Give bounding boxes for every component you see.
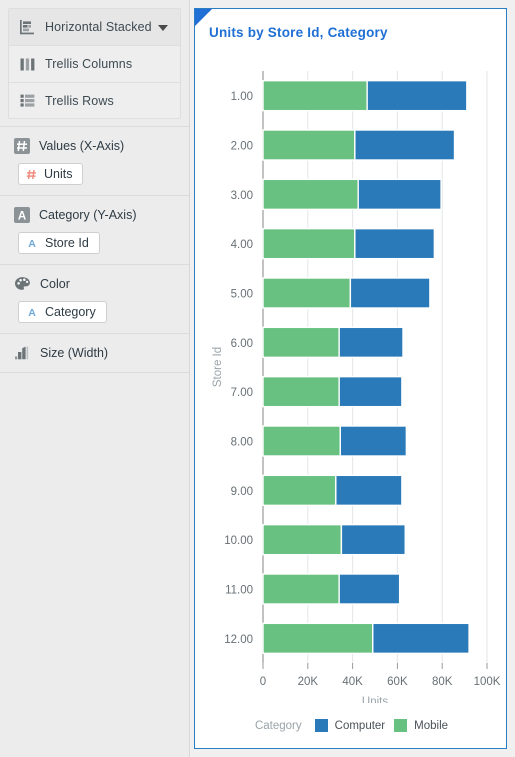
shelf-color-label: Color xyxy=(40,276,70,291)
shelf-values-label: Values (X-Axis) xyxy=(39,139,125,153)
chip-units[interactable]: Units xyxy=(18,163,84,185)
shelf-size-header: Size (Width) xyxy=(0,343,189,363)
legend-label-mobile: Mobile xyxy=(414,719,449,732)
y-tick-label: 10.00 xyxy=(224,535,253,547)
x-tick-label: 40K xyxy=(342,676,363,688)
chart-type-selector[interactable]: Horizontal Stacked xyxy=(8,8,181,45)
chevron-down-icon[interactable] xyxy=(158,25,168,31)
shelf-trellis-columns[interactable]: Trellis Columns xyxy=(8,45,181,82)
x-tick-label: 100K xyxy=(474,676,501,688)
app-root: Horizontal Stacked Trellis Columns Trell… xyxy=(0,0,515,757)
bar-segment[interactable] xyxy=(354,227,436,260)
bar-segment[interactable] xyxy=(338,326,404,359)
shelf-color-header: Color xyxy=(0,274,189,294)
bar-segment[interactable] xyxy=(262,326,340,359)
bar-segment[interactable] xyxy=(262,227,356,260)
size-width-icon xyxy=(14,345,31,361)
y-tick-label: 1.00 xyxy=(231,91,253,103)
bar-segment[interactable] xyxy=(262,622,374,655)
y-tick-label: 5.00 xyxy=(231,289,253,301)
chart-panel[interactable]: Units by Store Id, Category 1.00 2.00 3.00… xyxy=(194,8,507,749)
svg-text:A: A xyxy=(28,306,36,318)
chip-store-id[interactable]: A Store Id xyxy=(18,231,100,254)
attribute-a-icon: A xyxy=(14,206,30,223)
bar-segment[interactable] xyxy=(338,375,403,408)
bar-segment[interactable] xyxy=(262,277,352,309)
y-axis-title: Store Id xyxy=(212,347,224,387)
x-tick-label: 60K xyxy=(387,676,408,688)
shelf-category-y-axis[interactable]: A Category (Y-Axis) A Store Id xyxy=(0,196,189,265)
chip-units-label: Units xyxy=(44,167,73,181)
chart-config-sidebar: Horizontal Stacked Trellis Columns Trell… xyxy=(0,0,190,757)
chip-store-id-label: Store Id xyxy=(45,235,89,250)
chart-legend[interactable]: Category Computer Mobile xyxy=(195,719,506,732)
bar-segment[interactable] xyxy=(262,523,343,556)
bar-segment[interactable] xyxy=(262,425,341,457)
shelf-size-label: Size (Width) xyxy=(40,345,109,360)
shelf-size-width[interactable]: Size (Width) xyxy=(0,334,189,373)
shelf-category-label: Category (Y-Axis) xyxy=(39,207,137,222)
legend-item-computer[interactable]: Computer xyxy=(314,719,386,732)
y-tick-label: 11.00 xyxy=(225,585,253,597)
y-tick-label: 2.00 xyxy=(231,141,253,153)
y-tick-label: 7.00 xyxy=(231,387,253,399)
stacked-bar-chart-svg[interactable]: 1.00 2.00 3.00 4.00 5.00 6.00 7.00 8.00 9.00 10.0… xyxy=(195,53,507,703)
shelf-category-header: A Category (Y-Axis) xyxy=(0,205,189,225)
y-tick-label: 9.00 xyxy=(231,486,253,498)
legend-swatch-mobile xyxy=(394,719,408,732)
trellis-rows-label: Trellis Rows xyxy=(45,93,114,108)
bar-segment[interactable] xyxy=(349,277,431,309)
chart-title: Units by Store Id, Category xyxy=(209,25,388,40)
x-tick-label: 0 xyxy=(260,676,266,688)
shelf-color[interactable]: Color A Category xyxy=(0,265,189,334)
x-axis-title: Units xyxy=(362,696,388,703)
plot-area: 1.00 2.00 3.00 4.00 5.00 6.00 7.00 8.00 9.00 10.0… xyxy=(195,53,507,703)
bar-segment[interactable] xyxy=(262,178,359,211)
bar-segment[interactable] xyxy=(340,523,406,556)
svg-text:A: A xyxy=(28,237,36,249)
bar-segment[interactable] xyxy=(262,573,340,605)
bar-segment[interactable] xyxy=(354,129,456,161)
bar-segment[interactable] xyxy=(372,622,470,655)
legend-label-computer: Computer xyxy=(334,719,386,732)
chart-type-label: Horizontal Stacked xyxy=(45,20,152,34)
bar-segment[interactable] xyxy=(262,375,340,408)
attribute-a-icon: A xyxy=(25,236,39,250)
chip-category[interactable]: A Category xyxy=(18,300,107,323)
measure-hash-icon xyxy=(25,168,38,181)
bar-segment[interactable] xyxy=(366,79,468,112)
x-tick-label: 20K xyxy=(298,676,319,688)
legend-title: Category xyxy=(254,719,302,732)
shelf-trellis-rows[interactable]: Trellis Rows xyxy=(8,82,181,119)
y-tick-label: 4.00 xyxy=(231,239,253,251)
shelf-values-header: Values (X-Axis) xyxy=(0,136,189,156)
chart-type-card: Horizontal Stacked Trellis Columns Trell… xyxy=(8,8,181,119)
trellis-columns-icon xyxy=(19,56,36,73)
trellis-columns-label: Trellis Columns xyxy=(45,57,133,71)
palette-icon xyxy=(14,276,31,292)
chip-category-label: Category xyxy=(45,304,96,319)
bar-segment[interactable] xyxy=(262,129,356,161)
x-tick-label: 80K xyxy=(432,676,453,688)
bar-segment[interactable] xyxy=(335,474,403,507)
y-tick-label: 3.00 xyxy=(231,190,253,202)
y-tick-label: 12.00 xyxy=(224,634,253,646)
attribute-a-icon: A xyxy=(25,305,39,319)
y-tick-label: 8.00 xyxy=(231,437,253,449)
shelf-values-x-axis[interactable]: Values (X-Axis) Units xyxy=(0,126,189,196)
bar-segment[interactable] xyxy=(357,178,442,211)
trellis-rows-icon xyxy=(19,92,36,109)
bar-segment[interactable] xyxy=(338,573,401,605)
svg-text:A: A xyxy=(18,210,26,222)
bar-segment[interactable] xyxy=(339,425,408,457)
horizontal-stacked-icon xyxy=(19,19,36,36)
bar-segment[interactable] xyxy=(262,474,337,507)
y-tick-label: 6.00 xyxy=(231,338,253,350)
legend-item-mobile[interactable]: Mobile xyxy=(394,719,448,732)
legend-swatch-computer xyxy=(314,719,328,732)
blue-corner-triangle-icon xyxy=(195,9,212,26)
measure-hash-icon xyxy=(14,138,30,154)
bar-segment[interactable] xyxy=(262,79,368,112)
